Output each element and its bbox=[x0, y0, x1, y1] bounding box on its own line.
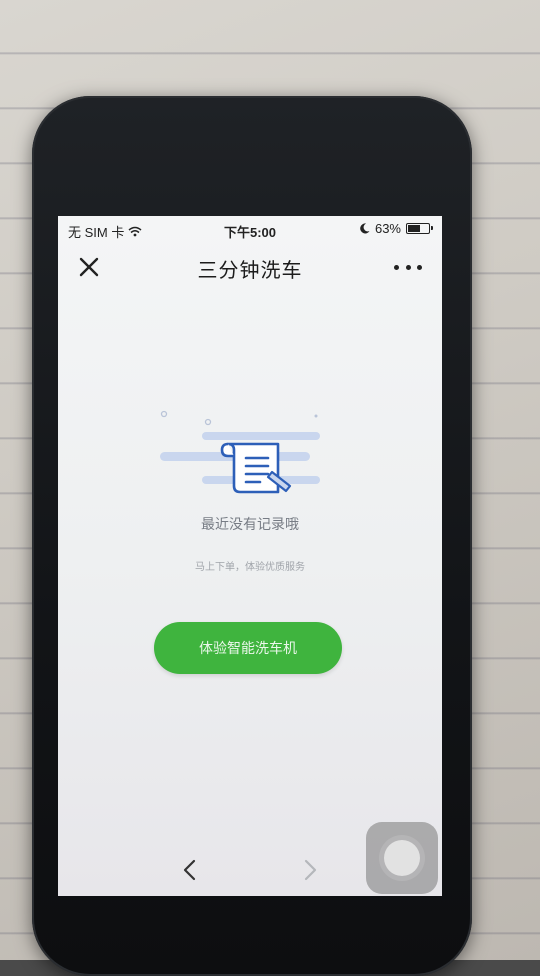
chevron-left-icon bbox=[183, 859, 196, 881]
battery-percent: 63% bbox=[374, 221, 401, 236]
battery-icon bbox=[406, 223, 433, 234]
battery-fill bbox=[408, 225, 420, 232]
empty-state-subtitle: 马上下单，体验优质服务 bbox=[195, 562, 305, 573]
back-button[interactable] bbox=[178, 856, 202, 884]
status-bar: 无 SIM 卡 下午5:00 63% bbox=[58, 216, 442, 242]
chevron-right-icon bbox=[304, 859, 317, 881]
nav-bar: 三分钟洗车 bbox=[58, 242, 442, 292]
status-right: 63% bbox=[360, 221, 433, 236]
empty-state-title: 最近没有记录哦 bbox=[201, 517, 299, 533]
forward-button[interactable] bbox=[298, 856, 322, 884]
try-smart-car-wash-button[interactable]: 体验智能洗车机 bbox=[154, 622, 342, 674]
moon-icon bbox=[360, 223, 370, 234]
document-scroll-icon bbox=[160, 410, 320, 494]
empty-illustration bbox=[156, 406, 326, 506]
page-title: 三分钟洗车 bbox=[197, 258, 303, 282]
more-icon-dot bbox=[417, 264, 422, 270]
phone-screen: 无 SIM 卡 下午5:00 63% 三分钟洗车 最近没有记录哦 马上下单，体验… bbox=[58, 216, 442, 896]
assistive-touch-button[interactable] bbox=[366, 822, 438, 894]
more-icon-dot bbox=[394, 264, 399, 270]
more-icon-dot bbox=[405, 264, 411, 270]
more-button[interactable] bbox=[394, 262, 422, 272]
